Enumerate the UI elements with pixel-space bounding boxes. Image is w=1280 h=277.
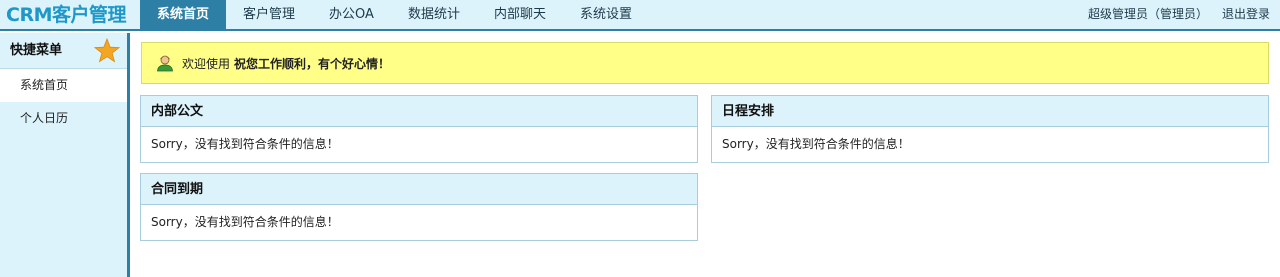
user-icon bbox=[157, 55, 173, 72]
sidebar-item-home[interactable]: 系统首页 bbox=[0, 69, 127, 102]
welcome-message: 祝您工作顺利，有个好心情！ bbox=[234, 56, 391, 71]
nav-item-internal-chat[interactable]: 内部聊天 bbox=[477, 0, 563, 29]
logout-link[interactable]: 退出登录 bbox=[1222, 0, 1270, 29]
user-area: 超级管理员（管理员） 退出登录 bbox=[1074, 0, 1270, 29]
sidebar: 快捷菜单 系统首页 个人日历 bbox=[0, 33, 127, 277]
nav-item-statistics[interactable]: 数据统计 bbox=[391, 0, 477, 29]
notices-empty-message: Sorry，没有找到符合条件的信息！ bbox=[151, 137, 339, 151]
notices-panel-title: 内部公文 bbox=[141, 96, 697, 127]
nav-item-office-oa[interactable]: 办公OA bbox=[312, 0, 391, 29]
schedule-panel-title: 日程安排 bbox=[712, 96, 1268, 127]
schedule-empty-message: Sorry，没有找到符合条件的信息！ bbox=[722, 137, 910, 151]
contracts-panel-title: 合同到期 bbox=[141, 174, 697, 205]
sidebar-divider[interactable] bbox=[127, 33, 130, 277]
nav-item-customers[interactable]: 客户管理 bbox=[226, 0, 312, 29]
nav-item-settings[interactable]: 系统设置 bbox=[563, 0, 649, 29]
welcome-banner: 欢迎使用 祝您工作顺利，有个好心情！ bbox=[141, 42, 1269, 84]
sidebar-header: 快捷菜单 bbox=[0, 33, 127, 69]
schedule-panel: 日程安排 Sorry，没有找到符合条件的信息！ bbox=[711, 95, 1269, 163]
main-nav: 系统首页 客户管理 办公OA 数据统计 内部聊天 系统设置 bbox=[140, 0, 649, 29]
welcome-prefix: 欢迎使用 bbox=[182, 56, 231, 71]
current-user: 超级管理员（管理员） bbox=[1087, 7, 1208, 21]
top-bar: CRM客户管理 系统首页 客户管理 办公OA 数据统计 内部聊天 系统设置 超级… bbox=[0, 0, 1280, 31]
star-icon bbox=[94, 38, 120, 63]
contracts-panel: 合同到期 Sorry，没有找到符合条件的信息！ bbox=[140, 173, 698, 241]
app-logo[interactable]: CRM客户管理 bbox=[6, 2, 126, 28]
sidebar-title: 快捷菜单 bbox=[10, 43, 63, 58]
notices-panel: 内部公文 Sorry，没有找到符合条件的信息！ bbox=[140, 95, 698, 163]
nav-item-home[interactable]: 系统首页 bbox=[140, 0, 227, 29]
sidebar-item-calendar[interactable]: 个人日历 bbox=[0, 102, 127, 135]
contracts-empty-message: Sorry，没有找到符合条件的信息！ bbox=[151, 215, 339, 229]
